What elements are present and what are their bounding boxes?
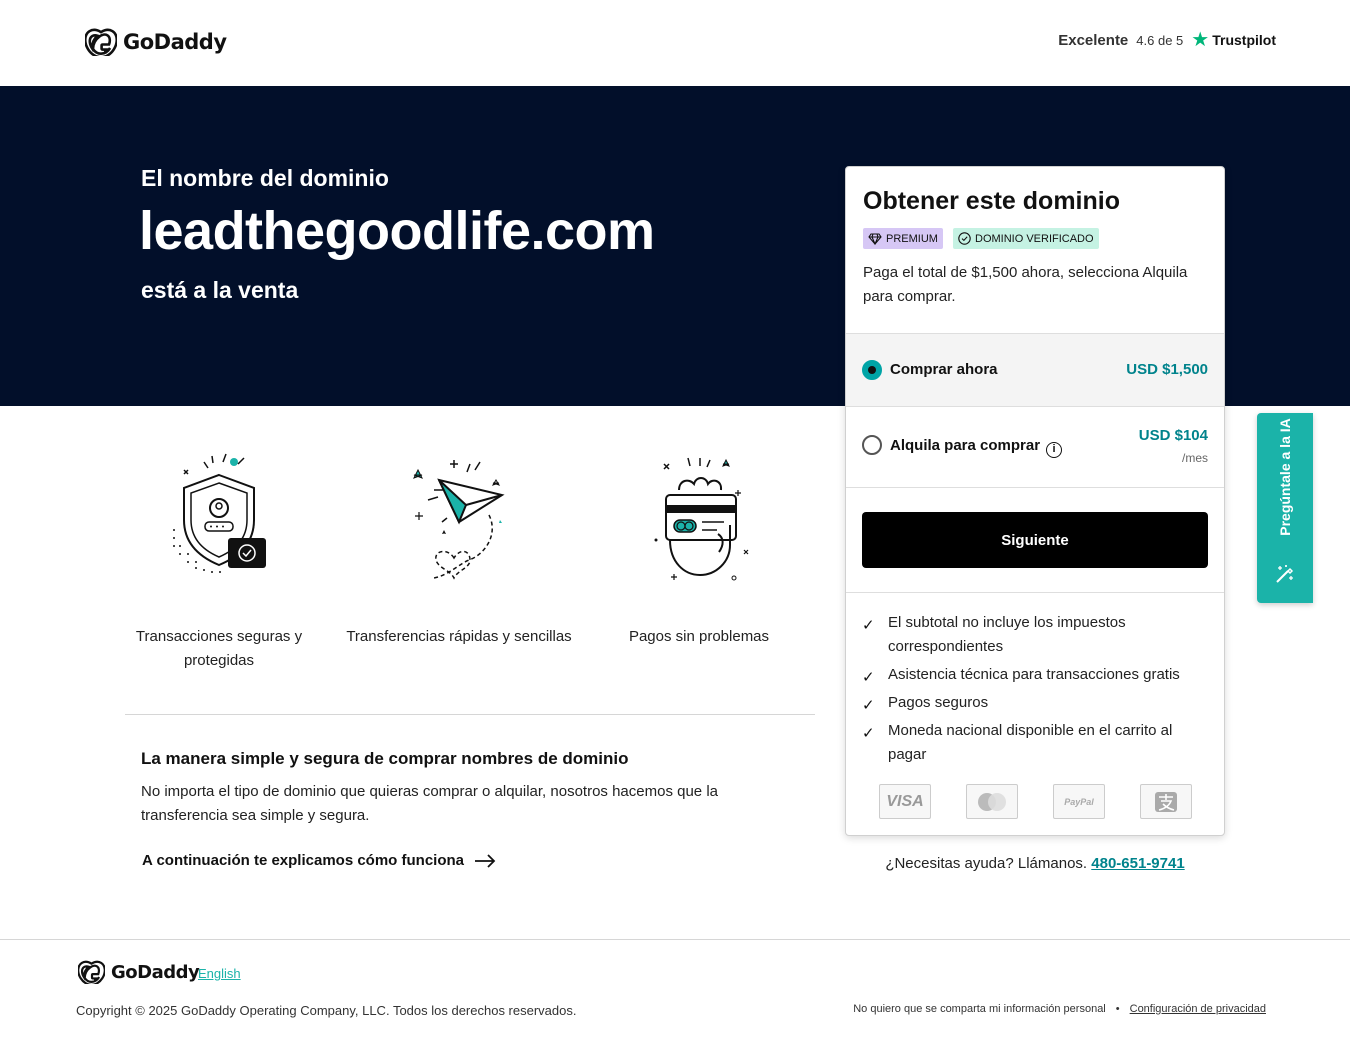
trustpilot-logo: ★ Trustpilot bbox=[1191, 30, 1276, 50]
trustpilot-label: Trustpilot bbox=[1212, 32, 1276, 48]
feature-caption: Transacciones seguras y protegidas bbox=[135, 628, 303, 669]
trustpilot-rating[interactable]: Excelente 4.6 de 5 ★ Trustpilot bbox=[1058, 30, 1276, 50]
check-circle-icon bbox=[958, 232, 971, 245]
option-rent-to-own[interactable]: Alquila para comprar i USD $104 /mes bbox=[846, 406, 1224, 488]
feature-caption: Transferencias rápidas y sencillas bbox=[346, 628, 572, 645]
section-divider bbox=[125, 714, 815, 715]
list-item: ✓ Moneda nacional disponible en el carrit… bbox=[862, 719, 1208, 767]
separator-dot: • bbox=[1115, 1003, 1120, 1015]
visa-icon: VISA bbox=[879, 784, 931, 819]
sale-status: está a la venta bbox=[141, 277, 299, 303]
feature-secure: Transacciones seguras y protegidas bbox=[99, 450, 339, 673]
copyright: Copyright © 2025 GoDaddy Operating Compa… bbox=[76, 1003, 577, 1018]
godaddy-logo-icon bbox=[78, 960, 105, 984]
feature-fast: Transferencias rápidas y sencillas bbox=[339, 450, 579, 649]
benefit-text: El subtotal no incluye los impuestos cor… bbox=[888, 614, 1126, 655]
rent-period: /mes bbox=[1181, 451, 1208, 465]
card-description: Paga el total de $1,500 ahora, seleccion… bbox=[863, 264, 1188, 305]
purchase-card: Obtener este dominio PREMIUM DOMINIO VER… bbox=[845, 166, 1225, 836]
site-header: GoDaddy Excelente 4.6 de 5 ★ Trustpilot bbox=[0, 0, 1350, 86]
privacy-links: No quiero que se comparta mi información… bbox=[853, 1003, 1266, 1015]
benefit-text: Pagos seguros bbox=[888, 694, 989, 711]
hero-kicker: El nombre del dominio bbox=[141, 165, 389, 191]
godaddy-logo[interactable]: GoDaddy bbox=[85, 28, 227, 56]
paypal-label: PayPal bbox=[1064, 796, 1094, 807]
arrow-right-icon bbox=[475, 853, 496, 868]
visa-label: VISA bbox=[886, 792, 924, 810]
benefit-text: Asistencia técnica para transacciones gr… bbox=[888, 666, 1180, 683]
how-it-works-label: A continuación te explicamos cómo funcio… bbox=[142, 852, 464, 869]
buy-now-radio[interactable] bbox=[862, 360, 882, 380]
mastercard-logo-icon bbox=[978, 792, 1006, 811]
checkmark-icon: ✓ bbox=[862, 669, 875, 686]
diamond-icon bbox=[868, 232, 882, 245]
trustpilot-star-icon: ★ bbox=[1191, 29, 1210, 51]
rent-price: USD $104 bbox=[1138, 427, 1208, 444]
checkmark-icon: ✓ bbox=[862, 697, 875, 714]
privacy-settings-link[interactable]: Configuración de privacidad bbox=[1130, 1003, 1266, 1015]
alipay-icon bbox=[1140, 784, 1192, 819]
simple-title: La manera simple y segura de comprar nom… bbox=[141, 749, 629, 768]
list-item: ✓ Asistencia técnica para transacciones g… bbox=[862, 663, 1208, 687]
ask-ai-label: Pregúntale a la IA bbox=[1277, 418, 1293, 536]
premium-badge: PREMIUM bbox=[863, 228, 943, 249]
checkmark-icon: ✓ bbox=[862, 617, 875, 634]
simple-text: No importa el tipo de dominio que quiera… bbox=[141, 783, 718, 824]
domain-name: leadthegoodlife.com bbox=[139, 201, 655, 261]
mastercard-icon bbox=[966, 784, 1018, 819]
list-item: ✓ Pagos seguros bbox=[862, 691, 1208, 715]
card-title: Obtener este dominio bbox=[863, 187, 1120, 215]
rating-score: 4.6 de 5 bbox=[1136, 32, 1184, 48]
godaddy-wordmark: GoDaddy bbox=[123, 30, 227, 54]
godaddy-wordmark: GoDaddy bbox=[111, 961, 200, 983]
help-text: ¿Necesitas ayuda? Llámanos. bbox=[885, 855, 1088, 872]
payment-methods: VISA PayPal bbox=[879, 784, 1192, 819]
godaddy-logo-icon bbox=[85, 28, 117, 56]
language-link[interactable]: English bbox=[198, 966, 241, 981]
info-icon[interactable]: i bbox=[1046, 442, 1063, 458]
help-line: ¿Necesitas ayuda? Llámanos. 480-651-9741 bbox=[845, 855, 1225, 872]
paypal-icon: PayPal bbox=[1053, 784, 1105, 819]
next-button[interactable]: Siguiente bbox=[862, 512, 1208, 568]
verified-label: DOMINIO VERIFICADO bbox=[975, 232, 1094, 245]
benefits-list: ✓ El subtotal no incluye los impuestos co… bbox=[862, 611, 1208, 771]
buy-now-price: USD $1,500 bbox=[1126, 361, 1208, 378]
phone-link[interactable]: 480-651-9741 bbox=[1091, 855, 1184, 872]
feature-payments: Pagos sin problemas bbox=[579, 450, 819, 649]
rent-to-own-radio[interactable] bbox=[862, 435, 882, 455]
option-buy-now[interactable]: Comprar ahora USD $1,500 bbox=[846, 333, 1224, 407]
benefit-text: Moneda nacional disponible en el carrito… bbox=[888, 722, 1173, 763]
verified-badge: DOMINIO VERIFICADO bbox=[953, 228, 1099, 249]
checkmark-icon: ✓ bbox=[862, 725, 875, 742]
alipay-logo-icon bbox=[1155, 791, 1177, 812]
do-not-share-text[interactable]: No quiero que se comparta mi información… bbox=[853, 1003, 1106, 1015]
rent-to-own-label-wrap: Alquila para comprar i bbox=[890, 437, 1063, 458]
next-section: Siguiente bbox=[846, 487, 1224, 593]
feature-caption: Pagos sin problemas bbox=[628, 628, 770, 645]
buy-now-label: Comprar ahora bbox=[890, 361, 998, 378]
site-footer: GoDaddy English Copyright © 2025 GoDaddy… bbox=[0, 939, 1350, 1045]
how-it-works-link[interactable]: A continuación te explicamos cómo funcio… bbox=[142, 852, 496, 869]
ask-ai-tab[interactable]: Pregúntale a la IA bbox=[1257, 413, 1313, 603]
secure-shield-icon bbox=[173, 453, 266, 573]
paper-plane-icon bbox=[412, 460, 505, 580]
rating-word: Excelente bbox=[1058, 31, 1129, 49]
magic-wand-icon bbox=[1276, 565, 1294, 583]
list-item: ✓ El subtotal no incluye los impuestos co… bbox=[862, 611, 1208, 659]
rent-to-own-label: Alquila para comprar bbox=[890, 437, 1041, 454]
premium-label: PREMIUM bbox=[886, 232, 938, 245]
footer-godaddy-logo[interactable]: GoDaddy bbox=[78, 960, 200, 984]
card-payment-icon bbox=[654, 457, 749, 581]
